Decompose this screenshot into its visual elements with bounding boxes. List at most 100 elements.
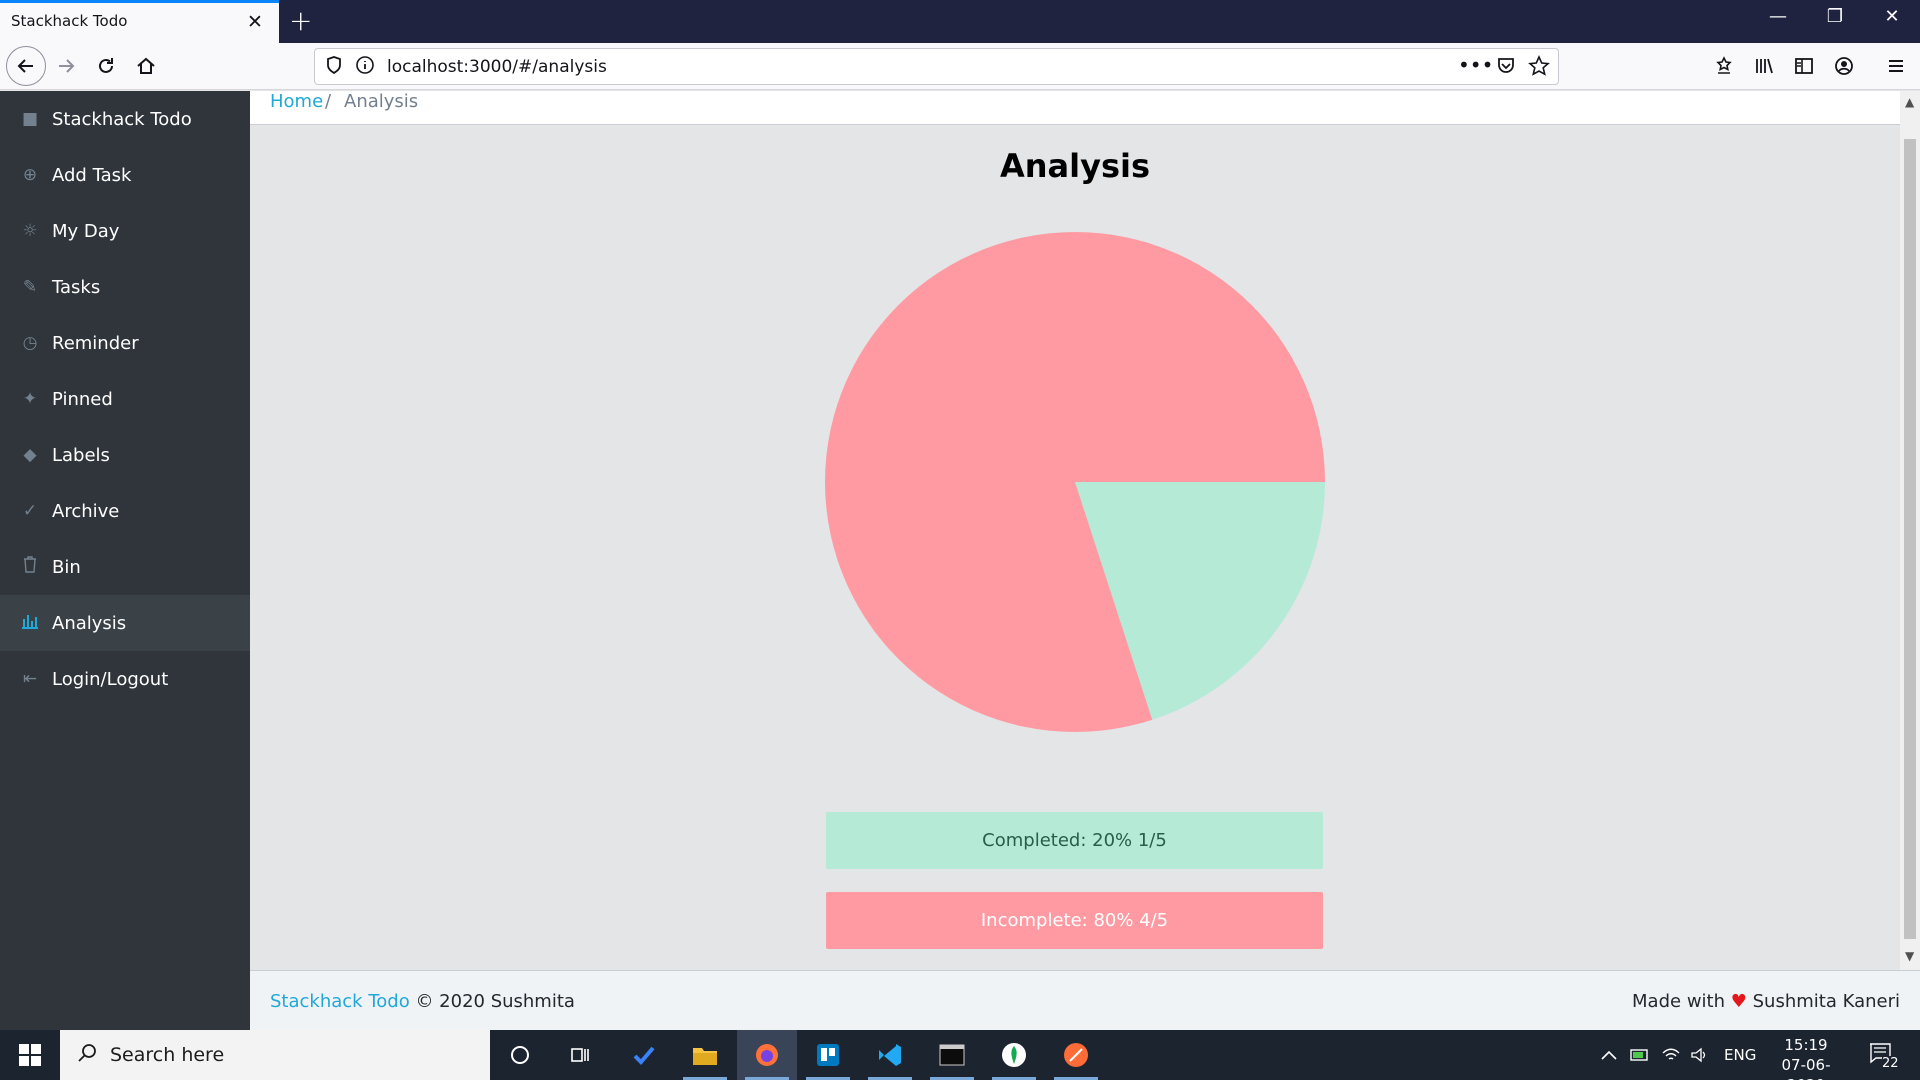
sidebar-item-add-task[interactable]: ⊕ Add Task [0,147,250,203]
sidebar-item-analysis[interactable]: Analysis [0,595,250,651]
trello-icon[interactable] [798,1030,858,1080]
menu-hamburger-icon[interactable] [1878,48,1914,84]
start-button[interactable] [0,1030,60,1080]
firefox-icon[interactable] [737,1030,797,1080]
pie-chart [825,232,1325,732]
url-bar[interactable]: localhost:3000/#/analysis ••• [314,48,1559,85]
new-tab-button[interactable]: + [289,4,312,37]
sidebar-item-login-logout[interactable]: ⇤ Login/Logout [0,651,250,707]
footer-app-link[interactable]: Stackhack Todo [270,991,410,1012]
sidebar-item-label: Bin [52,556,81,578]
back-arrow-icon [17,59,33,73]
sidebar-toggle-icon[interactable] [1786,48,1822,84]
restore-button[interactable]: ❐ [1815,6,1855,36]
taskbar-clock[interactable]: 15:19 07-06-2020 [1766,1035,1846,1080]
language-indicator[interactable]: ENG [1724,1030,1756,1080]
completed-stat: Completed: 20% 1/5 [826,812,1323,869]
back-button[interactable] [6,46,46,86]
sidebar-item-label: Labels [52,444,110,466]
sidebar-item-my-day[interactable]: ☼ My Day [0,203,250,259]
breadcrumb: Home / Analysis [250,91,1900,125]
sidebar-item-label: Analysis [52,612,127,634]
trash-icon [20,556,40,578]
browser-navbar: localhost:3000/#/analysis ••• [0,43,1920,90]
notification-count: 22 [1882,1056,1899,1071]
clock-time: 15:19 [1784,1036,1828,1054]
reload-icon [99,58,113,73]
sidebar-item-brand[interactable]: ■ Stackhack Todo [0,91,250,147]
scroll-up-icon[interactable]: ▲ [1905,95,1914,109]
heart-icon: ♥ [1730,991,1747,1012]
tab-title: Stackhack Todo [11,12,128,30]
sidebar-item-label: Pinned [52,388,113,410]
tray-expand-icon[interactable] [1601,1030,1617,1080]
notification-center-icon[interactable]: 22 [1868,1030,1899,1080]
info-icon[interactable] [355,55,375,80]
bar-chart-icon [20,613,40,634]
bookmarks-toolbar-icon[interactable] [1706,48,1742,84]
forward-button[interactable] [48,48,84,84]
sidebar-item-pinned[interactable]: ✦ Pinned [0,371,250,427]
windows-logo-icon [19,1044,41,1066]
footer-credit: Made with ♥ Sushmita Kaneri [1632,991,1900,1012]
pin-icon: ✦ [22,389,38,409]
minimize-button[interactable]: — [1758,6,1798,36]
windows-taskbar: Search here ENG 15:19 07-06- 22 [0,1030,1920,1080]
breadcrumb-separator: / [325,91,332,112]
tab-close-icon[interactable]: ✕ [247,11,263,33]
pencil-icon: ✎ [22,277,38,297]
sidebar-item-label: My Day [52,220,120,242]
breadcrumb-home-link[interactable]: Home [270,91,323,112]
home-icon [137,57,155,74]
search-icon [76,1042,98,1070]
vscode-icon[interactable] [860,1030,920,1080]
pocket-icon[interactable] [1496,55,1516,80]
cortana-icon[interactable] [490,1030,550,1080]
wifi-icon[interactable] [1662,1030,1680,1080]
close-window-button[interactable]: ✕ [1872,6,1912,36]
mongodb-compass-icon[interactable] [984,1030,1044,1080]
clock-date: 07-06-2020 [1781,1056,1831,1080]
sidebar-item-label: Reminder [52,332,139,354]
file-explorer-icon[interactable] [675,1030,735,1080]
plus-circle-icon: ⊕ [22,165,38,185]
scroll-down-icon[interactable]: ▼ [1905,949,1914,963]
todo-logo-icon: ■ [21,109,39,129]
search-placeholder: Search here [110,1044,225,1066]
sidebar-item-reminder[interactable]: ◷ Reminder [0,315,250,371]
tags-icon: ◆ [23,445,37,465]
footer-copyright: Stackhack Todo © 2020 Sushmita [270,991,575,1012]
sidebar-item-bin[interactable]: Bin [0,539,250,595]
postman-icon[interactable] [1046,1030,1106,1080]
sun-icon: ☼ [22,221,38,241]
sidebar-item-archive[interactable]: ✓ Archive [0,483,250,539]
account-icon[interactable] [1826,48,1862,84]
sidebar-item-label: Archive [52,500,120,522]
page-actions-icon[interactable]: ••• [1458,53,1493,77]
footer-copyright-text: © 2020 Sushmita [415,991,575,1012]
taskbar-search-input[interactable]: Search here [60,1030,490,1080]
bookmark-star-icon[interactable] [1528,55,1550,82]
page-scrollbar[interactable]: ▲ ▼ [1900,91,1920,970]
incomplete-stat: Incomplete: 80% 4/5 [826,892,1323,949]
volume-icon[interactable] [1690,1030,1708,1080]
scroll-thumb[interactable] [1904,139,1916,939]
url-text[interactable]: localhost:3000/#/analysis [387,57,607,77]
task-view-icon[interactable] [550,1030,610,1080]
terminal-icon[interactable] [922,1030,982,1080]
reload-button[interactable] [88,48,124,84]
library-icon[interactable] [1746,48,1782,84]
forward-arrow-icon [59,59,75,73]
clock-icon: ◷ [22,333,38,353]
sidebar-item-label: Stackhack Todo [52,108,192,130]
shield-icon[interactable] [325,55,343,80]
browser-tab[interactable]: Stackhack Todo ✕ [0,0,279,43]
todo-app-icon[interactable] [614,1030,674,1080]
home-button[interactable] [128,48,164,84]
sidebar-item-tasks[interactable]: ✎ Tasks [0,259,250,315]
sidebar-item-label: Add Task [52,164,132,186]
sidebar-item-labels[interactable]: ◆ Labels [0,427,250,483]
breadcrumb-current: Analysis [344,91,419,112]
battery-icon[interactable] [1630,1030,1650,1080]
logout-icon: ⇤ [22,669,38,689]
